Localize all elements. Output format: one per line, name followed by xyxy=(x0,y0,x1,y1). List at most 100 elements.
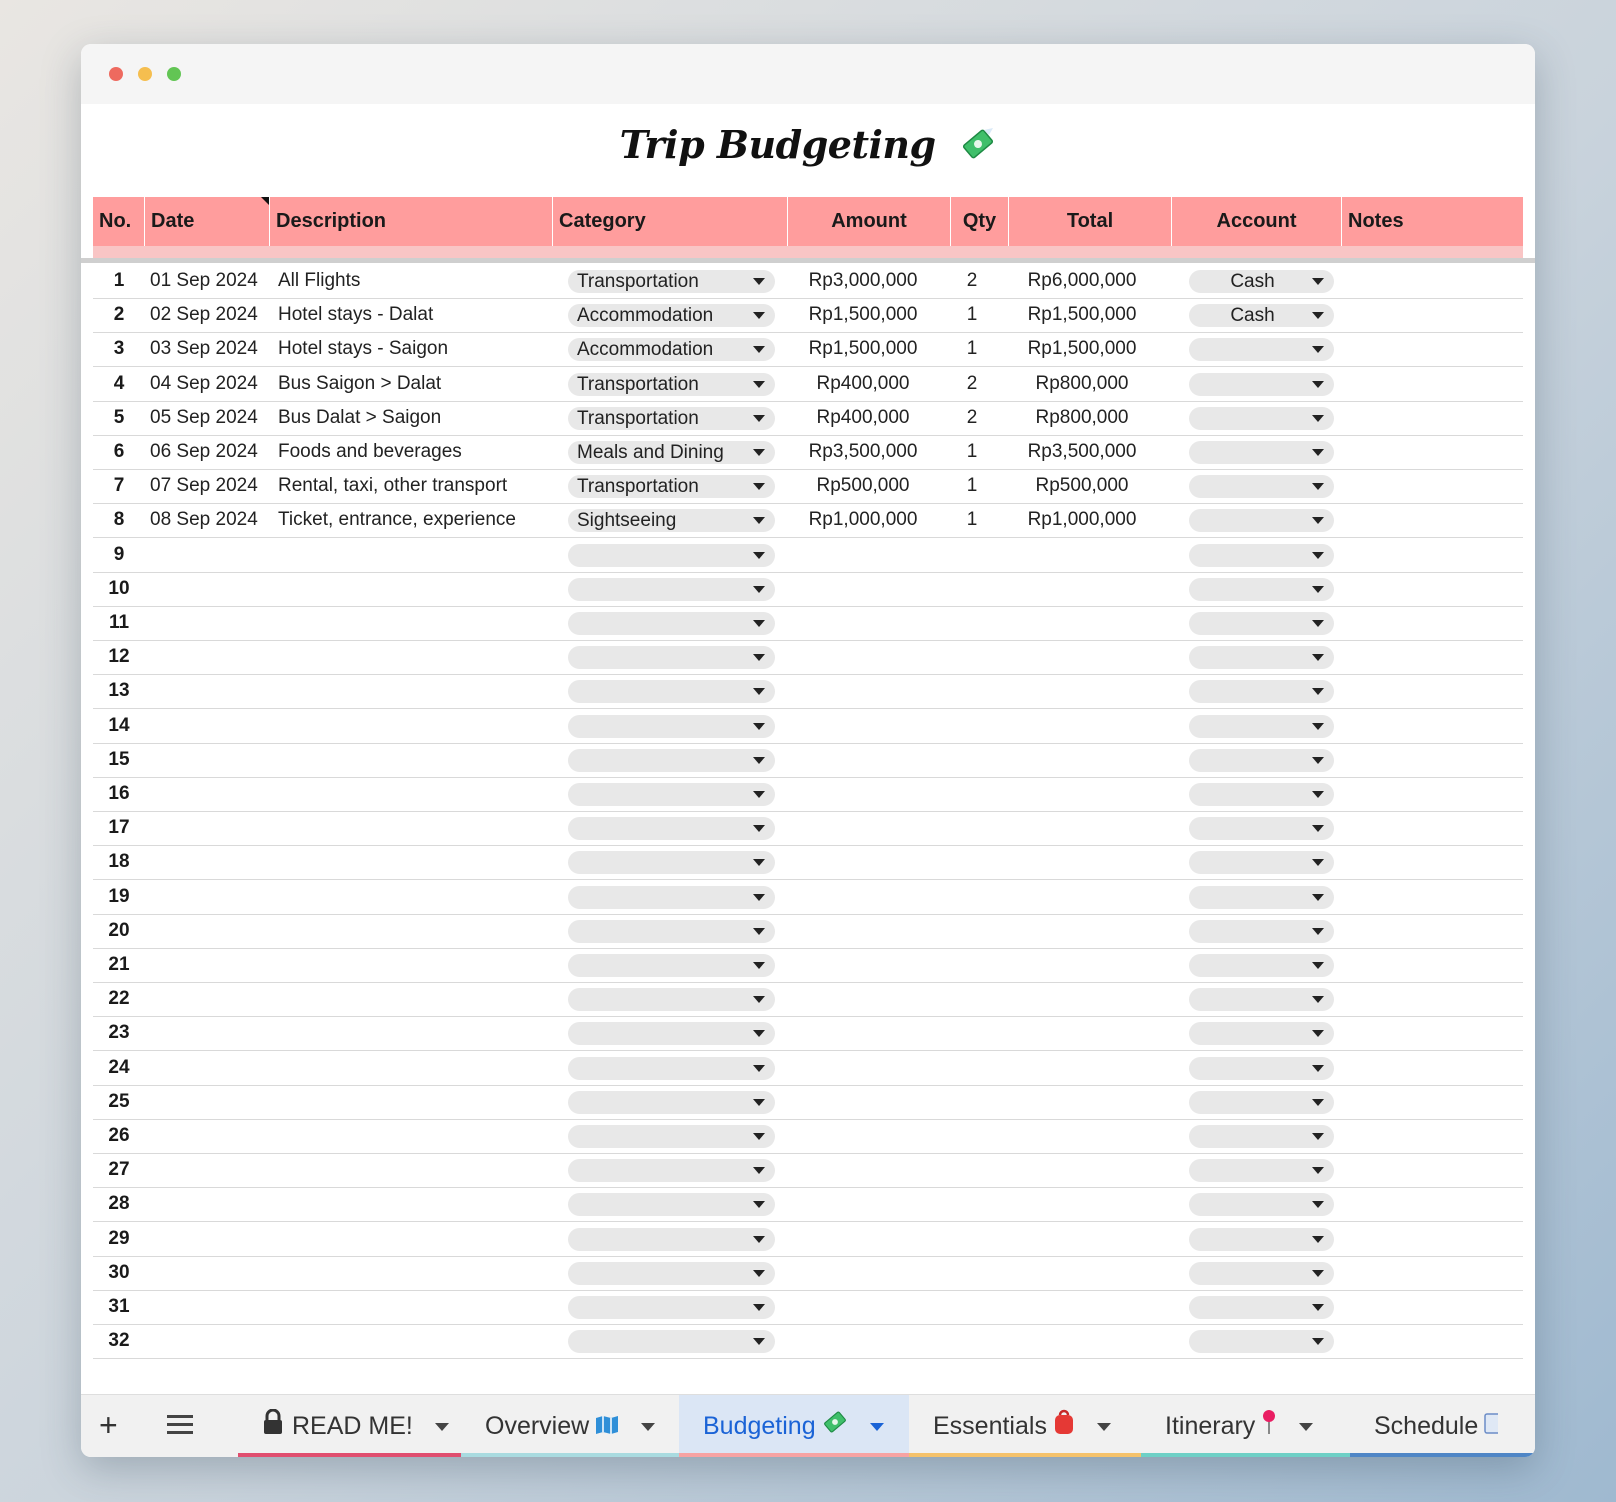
description-cell[interactable]: Foods and beverages xyxy=(278,435,558,469)
amount-cell[interactable] xyxy=(783,1222,943,1256)
category-dropdown[interactable] xyxy=(568,1022,775,1046)
amount-cell[interactable] xyxy=(783,709,943,743)
description-cell[interactable] xyxy=(278,777,558,811)
amount-cell[interactable] xyxy=(783,1256,943,1290)
date-cell[interactable] xyxy=(150,1119,275,1153)
description-cell[interactable] xyxy=(278,1187,558,1221)
category-dropdown[interactable] xyxy=(568,817,775,841)
qty-cell[interactable]: 2 xyxy=(943,264,1001,298)
amount-cell[interactable]: Rp3,500,000 xyxy=(783,435,943,469)
account-dropdown[interactable] xyxy=(1189,954,1334,977)
all-sheets-menu-button[interactable] xyxy=(167,1415,193,1439)
column-header-notes[interactable]: Notes xyxy=(1342,197,1523,246)
category-dropdown[interactable] xyxy=(568,1261,775,1285)
date-cell[interactable] xyxy=(150,982,275,1016)
amount-cell[interactable] xyxy=(783,1324,943,1358)
qty-cell[interactable]: 1 xyxy=(943,469,1001,503)
description-cell[interactable] xyxy=(278,948,558,982)
total-cell[interactable] xyxy=(1001,1051,1163,1085)
amount-cell[interactable] xyxy=(783,811,943,845)
qty-cell[interactable] xyxy=(943,982,1001,1016)
description-cell[interactable] xyxy=(278,538,558,572)
date-cell[interactable] xyxy=(150,1324,275,1358)
account-dropdown[interactable] xyxy=(1189,577,1334,601)
account-dropdown[interactable] xyxy=(1189,1227,1334,1251)
qty-cell[interactable] xyxy=(943,1324,1001,1358)
date-cell[interactable] xyxy=(150,1051,275,1085)
category-dropdown[interactable]: Transportation xyxy=(568,406,775,430)
account-dropdown[interactable] xyxy=(1189,1022,1334,1046)
date-cell[interactable] xyxy=(150,709,275,743)
qty-cell[interactable] xyxy=(943,572,1001,606)
account-dropdown[interactable]: Cash xyxy=(1189,270,1334,293)
total-cell[interactable] xyxy=(1001,948,1163,982)
tab-dropdown-arrow-icon[interactable] xyxy=(1096,1423,1111,1432)
amount-cell[interactable] xyxy=(783,743,943,777)
date-cell[interactable]: 07 Sep 2024 xyxy=(150,469,275,503)
qty-cell[interactable] xyxy=(943,1256,1001,1290)
amount-cell[interactable] xyxy=(783,606,943,640)
date-cell[interactable]: 03 Sep 2024 xyxy=(150,332,275,366)
amount-cell[interactable] xyxy=(783,1119,943,1153)
description-cell[interactable] xyxy=(278,674,558,708)
qty-cell[interactable] xyxy=(943,777,1001,811)
description-cell[interactable] xyxy=(278,1256,558,1290)
tab-dropdown-arrow-icon[interactable] xyxy=(869,1423,884,1432)
close-window-button[interactable] xyxy=(109,67,123,81)
account-dropdown[interactable] xyxy=(1189,406,1334,430)
description-cell[interactable]: Hotel stays - Saigon xyxy=(278,332,558,366)
amount-cell[interactable] xyxy=(783,1187,943,1221)
column-header-amount[interactable]: Amount xyxy=(788,197,951,246)
date-cell[interactable]: 06 Sep 2024 xyxy=(150,435,275,469)
qty-cell[interactable] xyxy=(943,1153,1001,1187)
description-cell[interactable] xyxy=(278,640,558,674)
date-cell[interactable] xyxy=(150,811,275,845)
amount-cell[interactable] xyxy=(783,948,943,982)
date-cell[interactable] xyxy=(150,606,275,640)
total-cell[interactable] xyxy=(1001,538,1163,572)
qty-cell[interactable] xyxy=(943,709,1001,743)
account-dropdown[interactable] xyxy=(1189,509,1334,533)
description-cell[interactable] xyxy=(278,982,558,1016)
account-dropdown[interactable] xyxy=(1189,1193,1334,1217)
category-dropdown[interactable] xyxy=(568,1296,775,1319)
amount-cell[interactable] xyxy=(783,845,943,879)
sheet-tab-read-me[interactable]: READ ME! xyxy=(238,1395,461,1457)
column-header-description[interactable]: Description xyxy=(270,197,553,246)
total-cell[interactable] xyxy=(1001,1324,1163,1358)
description-cell[interactable] xyxy=(278,1153,558,1187)
amount-cell[interactable] xyxy=(783,1290,943,1324)
description-cell[interactable]: Ticket, entrance, experience xyxy=(278,503,558,537)
amount-cell[interactable]: Rp400,000 xyxy=(783,367,943,401)
amount-cell[interactable] xyxy=(783,1085,943,1119)
account-dropdown[interactable] xyxy=(1189,919,1334,943)
total-cell[interactable] xyxy=(1001,572,1163,606)
description-cell[interactable]: Rental, taxi, other transport xyxy=(278,469,558,503)
amount-cell[interactable] xyxy=(783,880,943,914)
amount-cell[interactable] xyxy=(783,914,943,948)
total-cell[interactable]: Rp3,500,000 xyxy=(1001,435,1163,469)
account-dropdown[interactable] xyxy=(1189,885,1334,909)
total-cell[interactable] xyxy=(1001,743,1163,777)
amount-cell[interactable]: Rp1,500,000 xyxy=(783,298,943,332)
amount-cell[interactable] xyxy=(783,538,943,572)
total-cell[interactable] xyxy=(1001,982,1163,1016)
frozen-rows-divider[interactable] xyxy=(81,258,1535,263)
description-cell[interactable] xyxy=(278,1324,558,1358)
account-dropdown[interactable] xyxy=(1189,1090,1334,1114)
add-sheet-button[interactable]: + xyxy=(99,1407,118,1443)
qty-cell[interactable]: 1 xyxy=(943,332,1001,366)
date-cell[interactable] xyxy=(150,538,275,572)
qty-cell[interactable] xyxy=(943,1051,1001,1085)
date-cell[interactable] xyxy=(150,948,275,982)
total-cell[interactable] xyxy=(1001,640,1163,674)
account-dropdown[interactable] xyxy=(1189,1125,1334,1148)
category-dropdown[interactable]: Sightseeing xyxy=(568,509,775,533)
sheet-tab-itinerary[interactable]: Itinerary xyxy=(1141,1395,1350,1457)
category-dropdown[interactable]: Transportation xyxy=(568,372,775,396)
total-cell[interactable] xyxy=(1001,1119,1163,1153)
category-dropdown[interactable] xyxy=(568,577,775,601)
description-cell[interactable] xyxy=(278,1290,558,1324)
account-dropdown[interactable] xyxy=(1189,1261,1334,1285)
date-cell[interactable] xyxy=(150,777,275,811)
